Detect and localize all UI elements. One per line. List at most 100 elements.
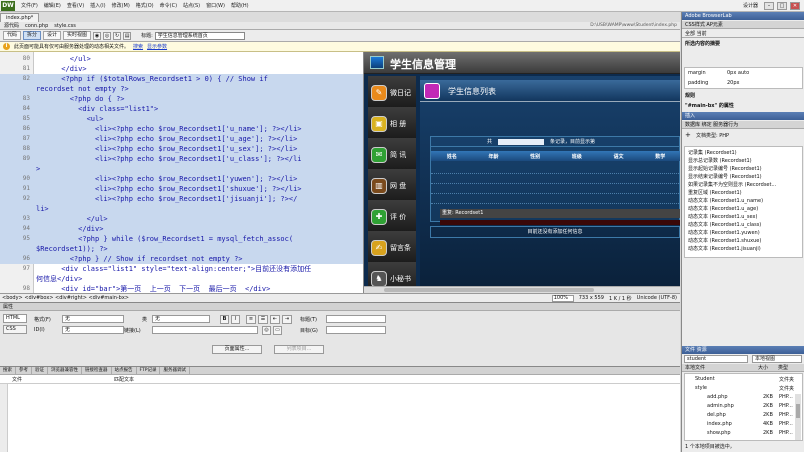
code-line[interactable]: 何信息</div> [0,274,363,284]
file-name[interactable]: del.php [707,412,726,418]
code-line[interactable]: 96 <?php } // Show if recordset not empt… [0,254,363,264]
site-select[interactable]: student [684,355,748,363]
file-name[interactable]: index.php [707,421,732,427]
tab-reference[interactable]: 参考 [16,367,32,374]
code-line[interactable]: 91 <li><?php echo $row_Recordset1['shuxu… [0,184,363,194]
target-select[interactable] [326,326,386,334]
split-view-button[interactable]: 拆分 [23,31,42,40]
info-link-search[interactable]: 搜索 [133,43,143,50]
css-mode-toggle[interactable]: 全部 当前 [682,30,804,38]
design-hscrollbar[interactable] [364,286,680,293]
tab-browser-compat[interactable]: 浏览器兼容性 [48,367,82,374]
related-file-style[interactable]: style.css [54,23,76,29]
data-panel-tabs[interactable]: 数据库 绑定 服务器行为 [682,121,804,129]
file-name[interactable]: admin.php [707,403,734,409]
file-name[interactable]: add.php [707,394,728,400]
code-line[interactable]: $Recordset1)); ?> [0,244,363,254]
server-behavior-item[interactable]: 如果记录集不为空则显示 (Recordset... [688,181,776,188]
view-select[interactable]: 本地视图 [752,355,802,363]
server-behavior-item[interactable]: 显示总记录数 (Recordset1) [688,157,752,164]
sidebar-item-diary[interactable]: ✎ 微日记 [368,76,416,110]
menu-commands[interactable]: 命令(C) [157,2,180,9]
files-panel-tabs[interactable]: 文件 资源 [682,346,804,354]
css-panel-tabs[interactable]: CSS样式 AP元素 [682,21,804,29]
code-line[interactable]: 87 <li><?php echo $row_Recordset1['u_age… [0,134,363,144]
design-view-button[interactable]: 设计 [43,31,62,40]
server-behavior-item[interactable]: 重复区域 (Recordset1) [688,189,742,196]
code-line[interactable]: 88 <li><?php echo $row_Recordset1['u_sex… [0,144,363,154]
menu-modify[interactable]: 修改(M) [109,2,133,9]
browserlab-panel[interactable]: Adobe BrowserLab [682,12,804,20]
server-behavior-item[interactable]: 显示起始记录编号 (Recordset1) [688,165,762,172]
menu-format[interactable]: 格式(O) [133,2,157,9]
sidebar-item-disk[interactable]: ▥ 网 盘 [368,169,416,203]
inspect-icon[interactable]: ◉ [93,31,102,40]
code-view-button[interactable]: 代码 [3,31,22,40]
code-line[interactable]: 93 </ul> [0,214,363,224]
repeat-region-label[interactable]: 重复: Recordset1 [440,209,680,218]
sidebar-item-album[interactable]: ▣ 相 册 [368,107,416,141]
insert-panel[interactable]: 插入 [682,112,804,120]
italic-button[interactable]: I [231,315,240,324]
server-behavior-item[interactable]: 动态文本 (Recordset1.jisuanji) [688,245,761,252]
indent-icon[interactable]: ⇥ [282,315,292,324]
server-behavior-item[interactable]: 动态文本 (Recordset1.shuxue) [688,237,761,244]
class-select[interactable]: 无 [152,315,210,323]
code-line[interactable]: li> [0,204,363,214]
close-button[interactable]: ✕ [790,1,800,10]
related-file-source[interactable]: 源代码 [4,22,19,29]
tab-ftp-log[interactable]: FTP记录 [137,367,161,374]
server-behavior-item[interactable]: 动态文本 (Recordset1.u_class) [688,221,761,228]
code-line[interactable]: 83 <?php do { ?> [0,94,363,104]
menu-insert[interactable]: 插入(I) [87,2,108,9]
menu-site[interactable]: 站点(S) [180,2,203,9]
code-line[interactable]: 86 <li><?php echo $row_Recordset1['u_nam… [0,124,363,134]
maximize-button[interactable]: □ [777,1,787,10]
code-line[interactable]: 82 <?php if ($totalRows_Recordset1 > 0) … [0,74,363,84]
tab-site-reports[interactable]: 站点报告 [112,367,137,374]
tab-search[interactable]: 搜索 [0,367,16,374]
design-view[interactable]: 学生信息管理 ✎ 微日记 ▣ 相 册 ✉ 简 讯 ▥ 网 盘 ✚ 评 价 ✍ 留言条 ♞ 小秘… [364,52,680,293]
menu-file[interactable]: 文件(F) [18,2,41,9]
code-line[interactable]: 80 </ul> [0,54,363,64]
col-local-files[interactable]: 本地文件 [685,364,705,372]
col-type[interactable]: 类型 [778,364,788,372]
related-file-conn[interactable]: conn.php [25,23,48,29]
format-select[interactable]: 无 [62,315,124,323]
code-line[interactable]: 81 </div> [0,64,363,74]
code-line[interactable]: 92 <li><?php echo $row_Recordset1['jisua… [0,194,363,204]
window-size[interactable]: 733 x 559 [579,295,604,301]
file-name[interactable]: show.php [707,430,731,436]
code-line[interactable]: 85 <ul> [0,114,363,124]
server-behavior-item[interactable]: 显示结束记录编号 (Recordset1) [688,173,762,180]
live-view-button[interactable]: 实时视图 [63,31,92,40]
menu-view[interactable]: 查看(V) [64,2,87,9]
tag-selector[interactable]: <body> <div#box> <div#right> <div#main-b… [2,295,129,301]
tab-server-debug[interactable]: 服务器调试 [160,367,190,374]
code-line[interactable]: 98 <div id="bar">第一页 上一页 下一页 最后一页 </div> [0,284,363,293]
refresh-icon[interactable]: ↻ [113,31,122,40]
server-behavior-item[interactable]: 动态文本 (Recordset1.u_sex) [688,213,757,220]
file-scrollbar[interactable] [795,394,801,440]
server-behavior-item[interactable]: 记录集 (Recordset1) [688,149,737,156]
link-input[interactable] [152,326,258,334]
code-line[interactable]: 97 <div class="list1" style="text-align:… [0,264,363,274]
code-line[interactable]: 94 </div> [0,224,363,234]
server-behavior-item[interactable]: 动态文本 (Recordset1.u_name) [688,197,763,204]
tab-css[interactable]: CSS [3,325,27,334]
col-size[interactable]: 大小 [758,364,768,372]
menu-help[interactable]: 帮助(H) [228,2,252,9]
server-behavior-item[interactable]: 动态文本 (Recordset1.u_age) [688,205,758,212]
menu-window[interactable]: 窗口(W) [203,2,228,9]
file-name[interactable]: style [695,385,707,391]
tab-link-checker[interactable]: 链接检查器 [82,367,112,374]
col-match[interactable]: 匹配文本 [114,376,134,383]
ordered-list-icon[interactable]: ☰ [258,315,268,324]
list-item-button[interactable]: 列表项目... [274,345,324,354]
sidebar-item-notes[interactable]: ✍ 留言条 [368,231,416,265]
scroll-thumb[interactable] [384,288,594,292]
unordered-list-icon[interactable]: ≡ [246,315,256,324]
sidebar-item-messages[interactable]: ✉ 简 讯 [368,138,416,172]
menu-edit[interactable]: 编辑(E) [41,2,64,9]
sidebar-item-rating[interactable]: ✚ 评 价 [368,200,416,234]
